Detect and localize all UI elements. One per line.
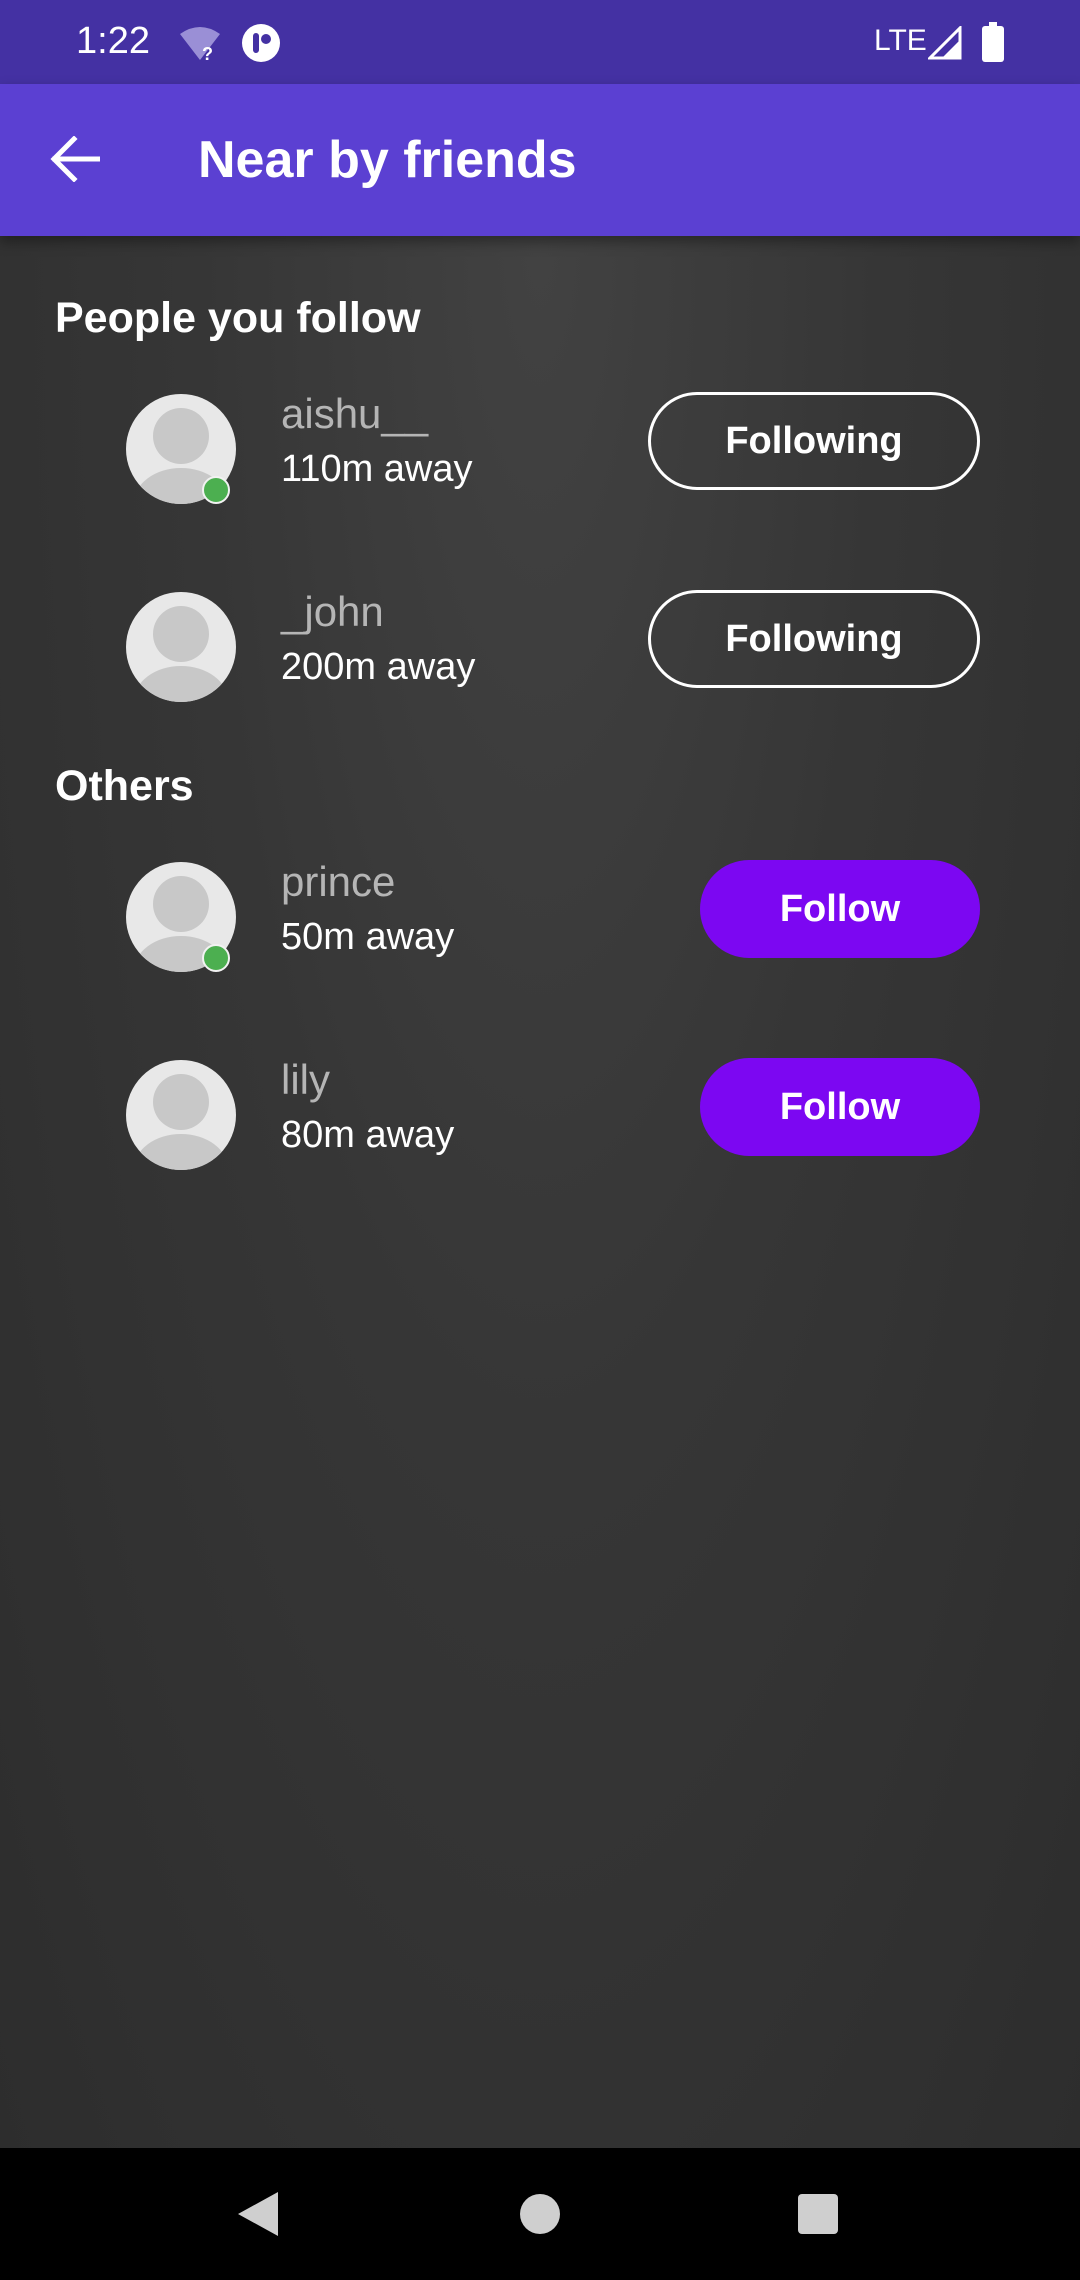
following-button[interactable]: Following xyxy=(648,392,980,490)
signal-icon xyxy=(928,26,962,60)
app-notification-icon xyxy=(242,24,280,62)
follow-button[interactable]: Follow xyxy=(700,860,980,958)
list-item[interactable]: prince 50m away Follow xyxy=(0,856,1080,976)
status-time: 1:22 xyxy=(76,20,150,62)
section-title-following: People you follow xyxy=(55,294,421,342)
online-indicator xyxy=(202,944,230,972)
battery-icon xyxy=(982,22,1004,62)
person-name: _john xyxy=(281,588,384,635)
person-distance: 80m away xyxy=(281,1114,455,1156)
online-indicator xyxy=(202,476,230,504)
person-distance: 110m away xyxy=(281,448,473,490)
person-distance: 50m away xyxy=(281,916,455,958)
nav-back-icon[interactable] xyxy=(236,2190,280,2238)
wifi-question-icon: ? xyxy=(180,27,220,64)
person-name: prince xyxy=(281,858,396,905)
avatar xyxy=(126,1060,236,1170)
person-name: lily xyxy=(281,1056,330,1103)
network-type: LTE xyxy=(874,24,927,57)
list-item[interactable]: aishu__ 110m away Following xyxy=(0,388,1080,508)
page-title: Near by friends xyxy=(198,131,577,189)
list-item[interactable]: lily 80m away Follow xyxy=(0,1054,1080,1174)
back-arrow-icon[interactable] xyxy=(50,136,100,182)
app-bar: Near by friends xyxy=(0,84,1080,236)
person-distance: 200m away xyxy=(281,646,476,688)
nav-recents-icon[interactable] xyxy=(798,2194,838,2234)
following-button[interactable]: Following xyxy=(648,590,980,688)
person-name: aishu__ xyxy=(281,390,429,437)
system-nav-bar xyxy=(0,2148,1080,2280)
list-item[interactable]: _john 200m away Following xyxy=(0,586,1080,706)
nav-home-icon[interactable] xyxy=(520,2194,560,2234)
section-title-others: Others xyxy=(55,762,194,810)
avatar xyxy=(126,592,236,702)
svg-text:?: ? xyxy=(202,44,213,64)
friends-list: People you follow aishu__ 110m away Foll… xyxy=(0,236,1080,2148)
follow-button[interactable]: Follow xyxy=(700,1058,980,1156)
status-bar: 1:22 ? LTE xyxy=(0,0,1080,84)
